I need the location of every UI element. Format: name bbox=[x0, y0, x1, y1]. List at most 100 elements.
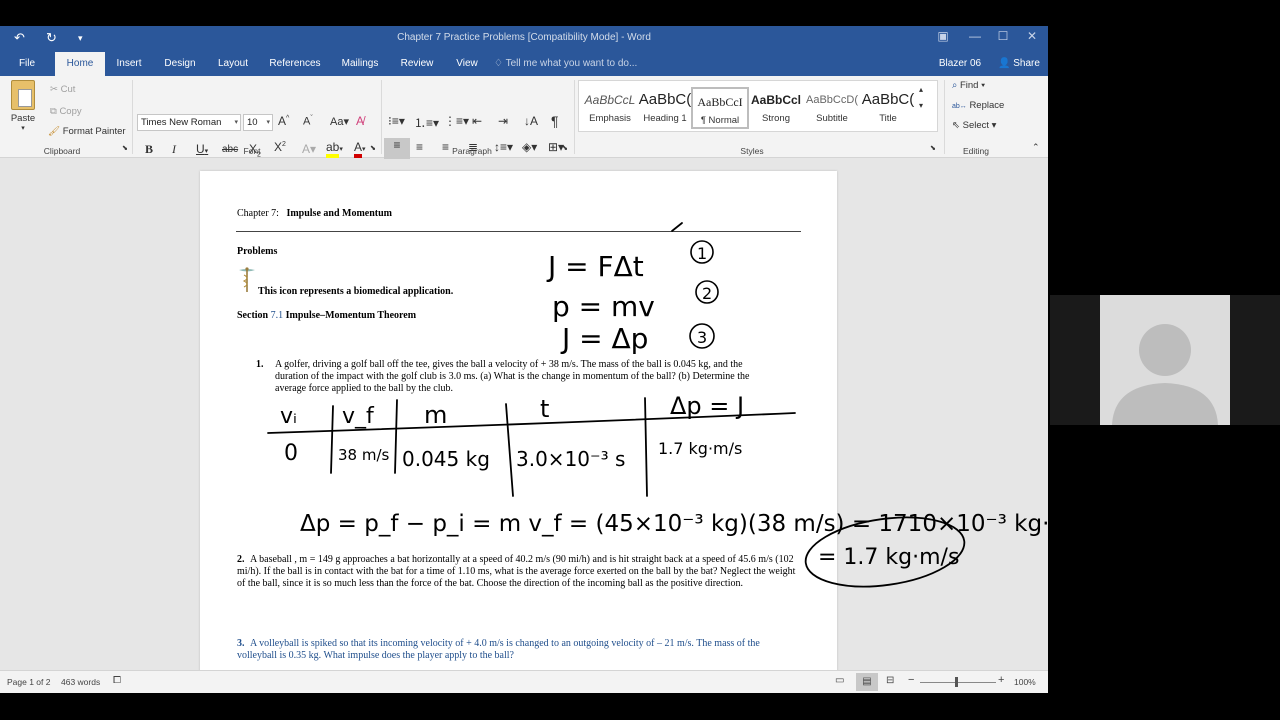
zoom-level[interactable]: 100% bbox=[1014, 677, 1036, 687]
cursor-icon: ⇖ bbox=[952, 120, 960, 131]
section-title: Impulse–Momentum Theorem bbox=[283, 310, 417, 321]
bullets-icon[interactable]: ⁝≡▾ bbox=[388, 114, 405, 128]
tab-design[interactable]: Design bbox=[158, 52, 202, 76]
format-painter-button[interactable]: 🖌 Format Painter bbox=[48, 126, 126, 137]
search-icon: ⌕ bbox=[952, 80, 958, 91]
cut-label: Cut bbox=[60, 84, 76, 95]
word-window: ↶ ↻ ▾ Chapter 7 Practice Problems [Compa… bbox=[0, 26, 1048, 693]
style-preview: AaBbCcD( bbox=[806, 94, 858, 106]
styles-scroll-up-icon[interactable]: ▴ bbox=[919, 85, 923, 94]
tab-layout[interactable]: Layout bbox=[212, 52, 254, 76]
align-left-icon[interactable]: ≡ bbox=[384, 138, 410, 160]
underline-icon[interactable]: U▾ bbox=[196, 142, 208, 156]
italic-icon[interactable]: I bbox=[172, 142, 176, 157]
font-name-combo[interactable]: Times New Roman ▾ bbox=[137, 114, 241, 131]
style-heading-1[interactable]: AaBbC( Heading 1 bbox=[636, 87, 694, 129]
increase-indent-icon[interactable]: ⇥ bbox=[498, 114, 508, 128]
style-name: Heading 1 bbox=[643, 113, 687, 124]
chevron-down-icon: ▾ bbox=[234, 119, 238, 126]
editing-group-label: Editing bbox=[963, 146, 989, 156]
page-count[interactable]: Page 1 of 2 bbox=[7, 677, 50, 687]
tab-insert[interactable]: Insert bbox=[110, 52, 148, 76]
shrink-font-icon[interactable]: Aˇ bbox=[303, 115, 313, 128]
problem-1-number: 1. bbox=[256, 359, 264, 370]
replace-label: Replace bbox=[969, 100, 1005, 111]
bold-icon[interactable]: B bbox=[145, 142, 153, 157]
ribbon-display-options-icon[interactable]: ▣ bbox=[928, 29, 958, 49]
change-case-icon[interactable]: Aa▾ bbox=[330, 115, 349, 128]
paste-button[interactable]: Paste ▾ bbox=[8, 80, 38, 132]
style-emphasis[interactable]: AaBbCcL Emphasis bbox=[581, 87, 639, 129]
scissors-icon: ✂ bbox=[50, 84, 58, 95]
divider bbox=[944, 80, 945, 154]
sort-icon[interactable]: ↓A bbox=[524, 114, 538, 128]
tab-home[interactable]: Home bbox=[55, 52, 105, 76]
style-normal[interactable]: AaBbCcI ¶ Normal bbox=[691, 87, 749, 129]
replace-icon: ab↔ bbox=[952, 103, 967, 110]
read-mode-icon[interactable]: ▭ bbox=[835, 675, 844, 686]
problem-3-text: A volleyball is spiked so that its incom… bbox=[237, 638, 760, 661]
tab-references[interactable]: References bbox=[264, 52, 326, 76]
align-center-icon[interactable]: ≡ bbox=[416, 140, 423, 154]
grow-font-icon[interactable]: A^ bbox=[278, 114, 289, 128]
cut-button[interactable]: ✂ Cut bbox=[50, 84, 75, 95]
style-strong[interactable]: AaBbCcl Strong bbox=[747, 87, 805, 129]
document-area[interactable]: Chapter 7: Impulse and Momentum Problems… bbox=[0, 159, 1048, 685]
font-launcher-icon[interactable]: ⬊ bbox=[370, 144, 376, 152]
style-title[interactable]: AaBbC( Title bbox=[859, 87, 917, 129]
copy-button[interactable]: ⧉ Copy bbox=[50, 106, 82, 117]
zoom-slider-track[interactable] bbox=[920, 682, 996, 683]
numbering-icon[interactable]: ⒈≡▾ bbox=[414, 114, 439, 131]
avatar bbox=[1100, 295, 1230, 425]
tab-file[interactable]: File bbox=[8, 52, 46, 76]
tab-view[interactable]: View bbox=[448, 52, 486, 76]
style-preview: AaBbC( bbox=[638, 91, 692, 108]
section-number-link[interactable]: 7.1 bbox=[271, 310, 284, 321]
minimize-button[interactable]: — bbox=[960, 29, 990, 49]
share-button[interactable]: 👤 Share bbox=[994, 52, 1044, 76]
style-preview: AaBbCcl bbox=[750, 93, 801, 107]
zoom-in-icon[interactable]: + bbox=[998, 674, 1004, 686]
style-name: Subtitle bbox=[816, 113, 848, 124]
show-formatting-icon[interactable]: ¶ bbox=[551, 113, 559, 129]
style-preview: AaBbCcI bbox=[697, 95, 743, 109]
tell-me-box[interactable]: ♢ Tell me what you want to do... bbox=[494, 52, 644, 76]
tab-review[interactable]: Review bbox=[394, 52, 440, 76]
style-preview: AaBbC( bbox=[861, 91, 915, 108]
zoom-out-icon[interactable]: − bbox=[908, 674, 914, 686]
proofing-icon[interactable]: ⧠ bbox=[113, 675, 121, 686]
select-button[interactable]: ⇖ Select ▾ bbox=[952, 120, 996, 131]
style-subtitle[interactable]: AaBbCcD( Subtitle bbox=[803, 87, 861, 129]
chapter-heading: Chapter 7: Impulse and Momentum bbox=[237, 208, 392, 220]
print-layout-icon[interactable]: ▤ bbox=[856, 673, 878, 691]
document-page[interactable]: Chapter 7: Impulse and Momentum Problems… bbox=[200, 171, 837, 685]
copy-icon: ⧉ bbox=[50, 106, 57, 117]
biomedical-note: This icon represents a biomedical applic… bbox=[258, 286, 454, 297]
zoom-slider-thumb[interactable] bbox=[955, 677, 958, 687]
divider bbox=[132, 80, 133, 154]
replace-button[interactable]: ab↔ Replace bbox=[952, 100, 1004, 111]
maximize-button[interactable]: ☐ bbox=[988, 29, 1018, 49]
chapter-title: Impulse and Momentum bbox=[286, 208, 393, 219]
text-effects-icon[interactable]: A▾ bbox=[302, 142, 316, 156]
word-count[interactable]: 463 words bbox=[61, 677, 100, 687]
multilevel-list-icon[interactable]: ⋮≡▾ bbox=[444, 114, 469, 128]
clipboard-launcher-icon[interactable]: ⬊ bbox=[122, 144, 128, 152]
tab-mailings[interactable]: Mailings bbox=[336, 52, 384, 76]
font-size-combo[interactable]: 10 ▾ bbox=[243, 114, 273, 131]
styles-more-icon[interactable]: ▾ bbox=[919, 101, 923, 110]
user-name[interactable]: Blazer 06 bbox=[930, 52, 990, 76]
font-color-icon[interactable]: A▾ bbox=[354, 140, 366, 158]
clear-formatting-icon[interactable]: A̸ bbox=[356, 114, 364, 128]
divider bbox=[381, 80, 382, 154]
decrease-indent-icon[interactable]: ⇤ bbox=[472, 114, 482, 128]
collapse-ribbon-icon[interactable]: ⌃ bbox=[1032, 142, 1040, 153]
shading-icon[interactable]: ◈▾ bbox=[522, 140, 537, 154]
styles-launcher-icon[interactable]: ⬊ bbox=[930, 144, 936, 152]
paragraph-launcher-icon[interactable]: ⬊ bbox=[562, 144, 568, 152]
close-button[interactable]: ✕ bbox=[1017, 29, 1047, 49]
highlight-icon[interactable]: ab▾ bbox=[326, 140, 343, 158]
find-button[interactable]: ⌕ Find ▾ bbox=[952, 80, 985, 91]
webcam-panel bbox=[1050, 295, 1280, 425]
web-layout-icon[interactable]: ⊟ bbox=[886, 675, 894, 686]
